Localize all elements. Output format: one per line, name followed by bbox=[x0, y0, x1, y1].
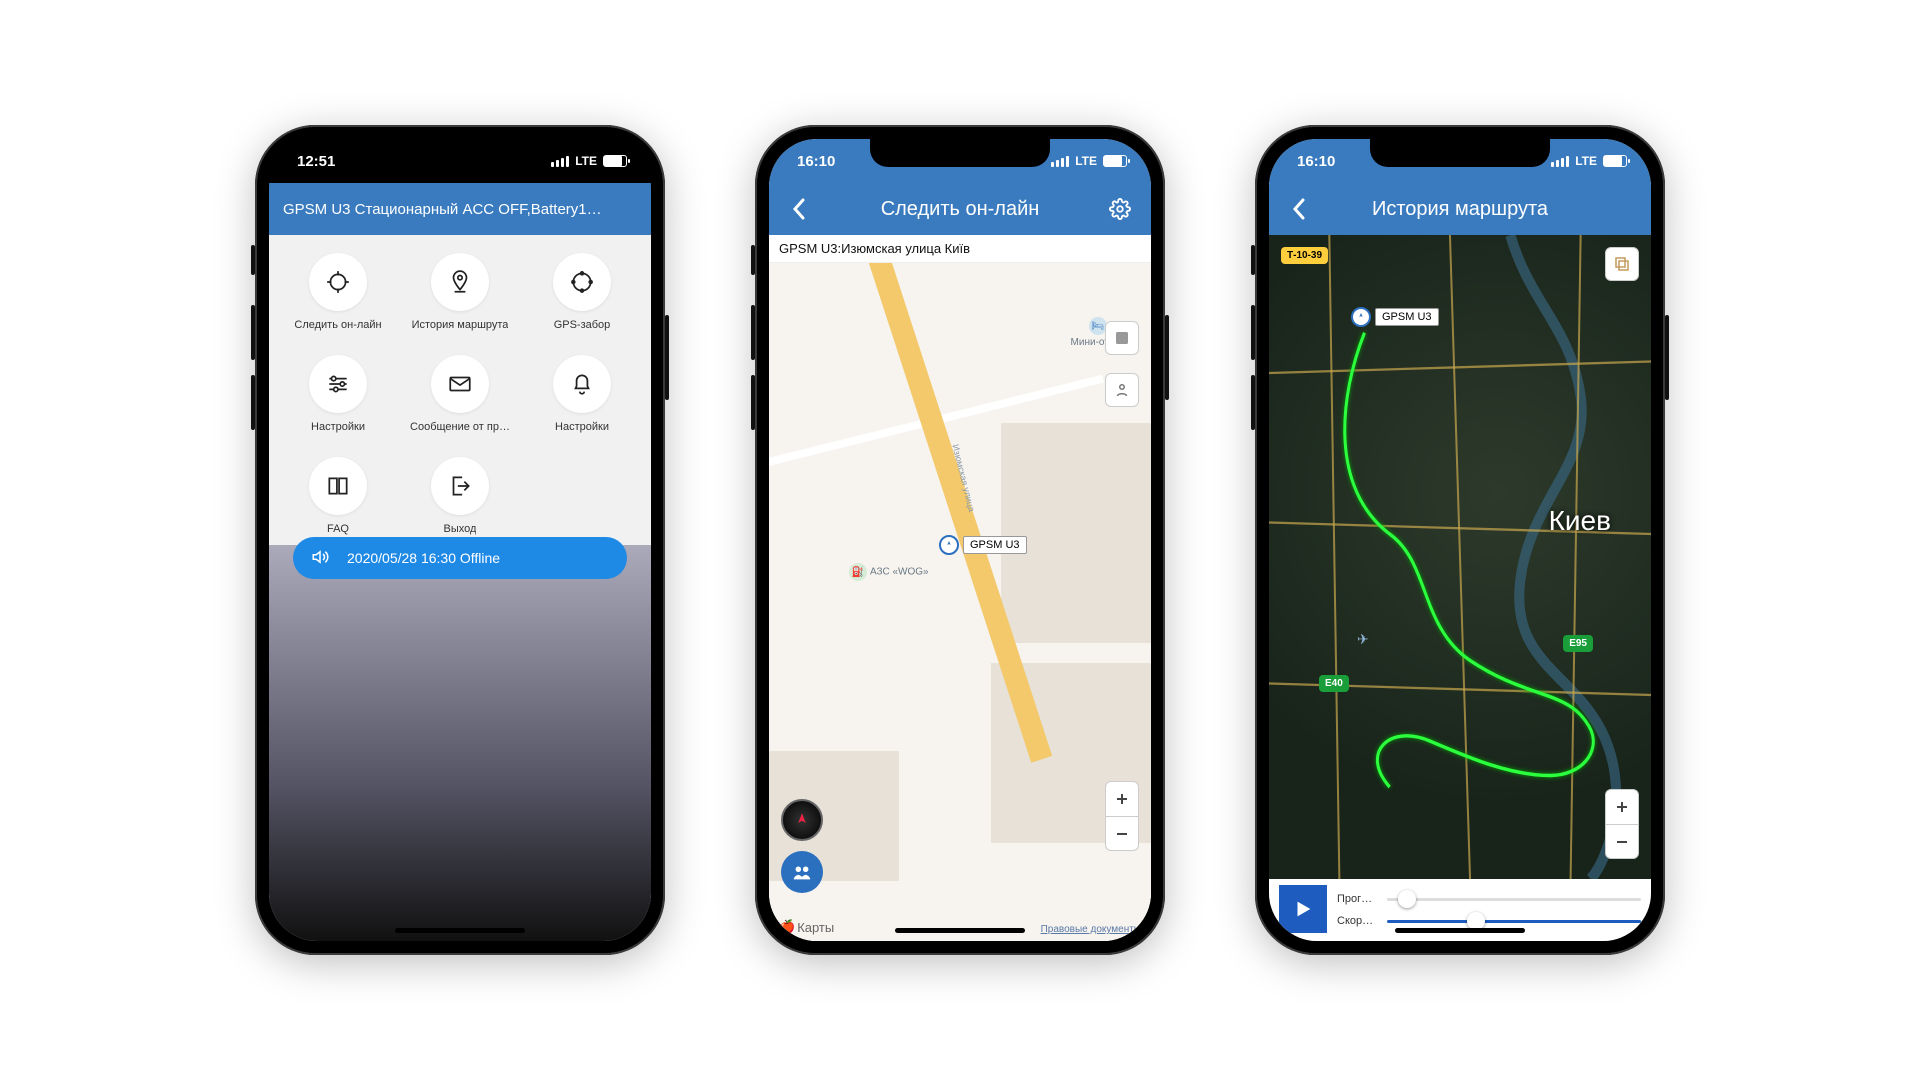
settings-button[interactable] bbox=[1107, 196, 1133, 222]
progress-slider[interactable] bbox=[1387, 898, 1641, 901]
map-layers-button[interactable] bbox=[1105, 321, 1139, 355]
status-bar: 12:51 LTE bbox=[269, 139, 651, 183]
poi-gas[interactable]: ⛽АЗС «WOG» bbox=[849, 563, 929, 581]
map-credit: 🍎Карты bbox=[779, 919, 834, 935]
tile-track-online[interactable]: Следить он-лайн bbox=[277, 253, 399, 331]
sliders-icon bbox=[309, 355, 367, 413]
tile-label: История маршрута bbox=[412, 319, 509, 331]
app-title: GPSM U3 Стационарный ACC OFF,Battery1… bbox=[283, 201, 602, 218]
zoom-out-button[interactable] bbox=[1606, 824, 1638, 858]
network-label: LTE bbox=[1075, 154, 1097, 168]
skyline-image: 2020/05/28 16:30 Offline bbox=[269, 545, 651, 941]
map-streetview-button[interactable] bbox=[1105, 373, 1139, 407]
status-time: 16:10 bbox=[1297, 153, 1335, 170]
back-button[interactable] bbox=[787, 197, 811, 221]
exit-icon bbox=[431, 457, 489, 515]
satellite-map[interactable]: Т-10-39 GPSM U3 Киев Е95 Е40 ✈ bbox=[1269, 235, 1651, 879]
speed-label: Скор… bbox=[1337, 915, 1381, 927]
status-bar: 16:10 LTE bbox=[769, 139, 1151, 183]
app-bar: История маршрута bbox=[1269, 183, 1651, 235]
tile-label: Настройки bbox=[311, 421, 365, 433]
battery-icon bbox=[603, 155, 627, 167]
app-title-bar: GPSM U3 Стационарный ACC OFF,Battery1… bbox=[269, 183, 651, 235]
group-button[interactable] bbox=[781, 851, 823, 893]
tile-faq[interactable]: FAQ bbox=[277, 457, 399, 535]
signal-icon bbox=[1051, 156, 1069, 167]
status-time: 16:10 bbox=[797, 153, 835, 170]
status-bar: 16:10 LTE bbox=[1269, 139, 1651, 183]
page-title: История маршрута bbox=[1372, 198, 1548, 221]
ring-icon bbox=[553, 253, 611, 311]
status-text: 2020/05/28 16:30 Offline bbox=[347, 550, 500, 566]
app-bar: Следить он-лайн bbox=[769, 183, 1151, 235]
tile-label: Следить он-лайн bbox=[294, 319, 381, 331]
status-pill[interactable]: 2020/05/28 16:30 Offline bbox=[293, 537, 627, 579]
layers-button[interactable] bbox=[1605, 247, 1639, 281]
network-label: LTE bbox=[575, 154, 597, 168]
tile-label: Выход bbox=[444, 523, 477, 535]
tile-messages[interactable]: Сообщение от пр… bbox=[399, 355, 521, 433]
gas-icon: ⛽ bbox=[849, 563, 867, 581]
speed-slider[interactable] bbox=[1387, 920, 1641, 923]
marker-label: GPSM U3 bbox=[1375, 308, 1439, 326]
marker-label: GPSM U3 bbox=[963, 536, 1027, 554]
play-button[interactable] bbox=[1279, 885, 1327, 933]
highway-badge: Е95 bbox=[1563, 635, 1593, 652]
phone-live-track: 16:10 LTE Следить он-лайн GPSM U3:Изюмск… bbox=[755, 125, 1165, 955]
tile-route-history[interactable]: История маршрута bbox=[399, 253, 521, 331]
mail-icon bbox=[431, 355, 489, 413]
device-marker[interactable]: GPSM U3 bbox=[1351, 307, 1439, 327]
city-label: Киев bbox=[1549, 505, 1611, 537]
zoom-in-button[interactable] bbox=[1106, 782, 1138, 816]
phone-route-history: 16:10 LTE История маршрута bbox=[1255, 125, 1665, 955]
apple-icon: 🍎 bbox=[779, 919, 795, 935]
back-button[interactable] bbox=[1287, 197, 1311, 221]
arrow-icon bbox=[1351, 307, 1371, 327]
signal-icon bbox=[551, 156, 569, 167]
zoom-control bbox=[1105, 781, 1139, 851]
menu-grid: Следить он-лайн История маршрута GPS-забор… bbox=[269, 235, 651, 545]
page-title: Следить он-лайн bbox=[881, 198, 1040, 221]
tile-gps-fence[interactable]: GPS-забор bbox=[521, 253, 643, 331]
tile-label: FAQ bbox=[327, 523, 349, 535]
battery-icon bbox=[1603, 155, 1627, 167]
zoom-in-button[interactable] bbox=[1606, 790, 1638, 824]
airport-icon: ✈ bbox=[1357, 631, 1369, 648]
tile-settings[interactable]: Настройки bbox=[277, 355, 399, 433]
tile-logout[interactable]: Выход bbox=[399, 457, 521, 535]
tile-label: GPS-забор bbox=[554, 319, 611, 331]
tile-label: Сообщение от пр… bbox=[410, 421, 510, 433]
status-time: 12:51 bbox=[297, 153, 335, 170]
tile-alerts[interactable]: Настройки bbox=[521, 355, 643, 433]
highway-badge: Е40 bbox=[1319, 675, 1349, 692]
zoom-control bbox=[1605, 789, 1639, 859]
target-icon bbox=[309, 253, 367, 311]
signal-icon bbox=[1551, 156, 1569, 167]
arrow-icon bbox=[939, 535, 959, 555]
compass-button[interactable] bbox=[781, 799, 823, 841]
road-badge: Т-10-39 bbox=[1281, 247, 1328, 264]
legal-link[interactable]: Правовые документы bbox=[1041, 924, 1141, 935]
map-view[interactable]: Изюмская улица 🛏 Мини-отель ⛽АЗС «WOG» G… bbox=[769, 263, 1151, 941]
battery-icon bbox=[1103, 155, 1127, 167]
progress-label: Прог… bbox=[1337, 893, 1381, 905]
sound-icon bbox=[311, 548, 329, 569]
home-indicator[interactable] bbox=[395, 928, 525, 933]
phone-menu: 12:51 LTE GPSM U3 Стационарный ACC OFF,B… bbox=[255, 125, 665, 955]
home-indicator[interactable] bbox=[1395, 928, 1525, 933]
bell-icon bbox=[553, 355, 611, 413]
device-marker[interactable]: GPSM U3 bbox=[939, 535, 1027, 555]
tile-label: Настройки bbox=[555, 421, 609, 433]
zoom-out-button[interactable] bbox=[1106, 816, 1138, 850]
pin-icon bbox=[431, 253, 489, 311]
home-indicator[interactable] bbox=[895, 928, 1025, 933]
location-subtitle: GPSM U3:Изюмская улица Київ bbox=[769, 235, 1151, 263]
network-label: LTE bbox=[1575, 154, 1597, 168]
book-icon bbox=[309, 457, 367, 515]
